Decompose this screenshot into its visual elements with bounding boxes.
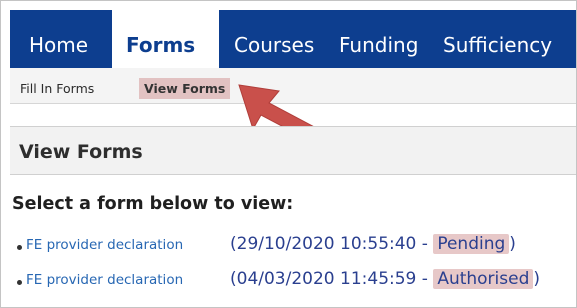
tab-home[interactable]: Home: [29, 10, 88, 68]
form-meta: (04/03/2020 11:45:59 - Authorised): [230, 269, 540, 289]
subnav-fill-in-forms[interactable]: Fill In Forms: [20, 78, 94, 99]
tab-funding[interactable]: Funding: [339, 10, 418, 68]
tab-forms[interactable]: Forms: [126, 10, 195, 68]
bullet-icon: [17, 280, 22, 285]
select-form-prompt: Select a form below to view:: [12, 194, 294, 214]
form-meta-suffix: ): [533, 269, 541, 289]
tab-courses[interactable]: Courses: [234, 10, 314, 68]
form-link[interactable]: FE provider declaration: [26, 237, 183, 253]
subnav-view-forms[interactable]: View Forms: [139, 78, 231, 99]
status-badge: Authorised: [433, 269, 534, 289]
form-date: (29/10/2020 10:55:40 -: [230, 234, 434, 254]
form-meta: (29/10/2020 10:55:40 - Pending): [230, 234, 516, 254]
panel-title: View Forms: [19, 141, 143, 163]
form-meta-suffix: ): [509, 234, 516, 254]
view-forms-panel-header: View Forms: [10, 126, 576, 175]
tab-sufficiency[interactable]: Sufficiency: [443, 10, 552, 68]
screenshot-frame: Home Forms Courses Funding Sufficiency F…: [0, 0, 577, 308]
form-link[interactable]: FE provider declaration: [26, 272, 183, 288]
bullet-icon: [17, 245, 22, 250]
form-date: (04/03/2020 11:45:59 -: [230, 269, 434, 289]
status-badge: Pending: [433, 234, 510, 254]
top-navigation: Home Forms Courses Funding Sufficiency: [10, 10, 576, 68]
